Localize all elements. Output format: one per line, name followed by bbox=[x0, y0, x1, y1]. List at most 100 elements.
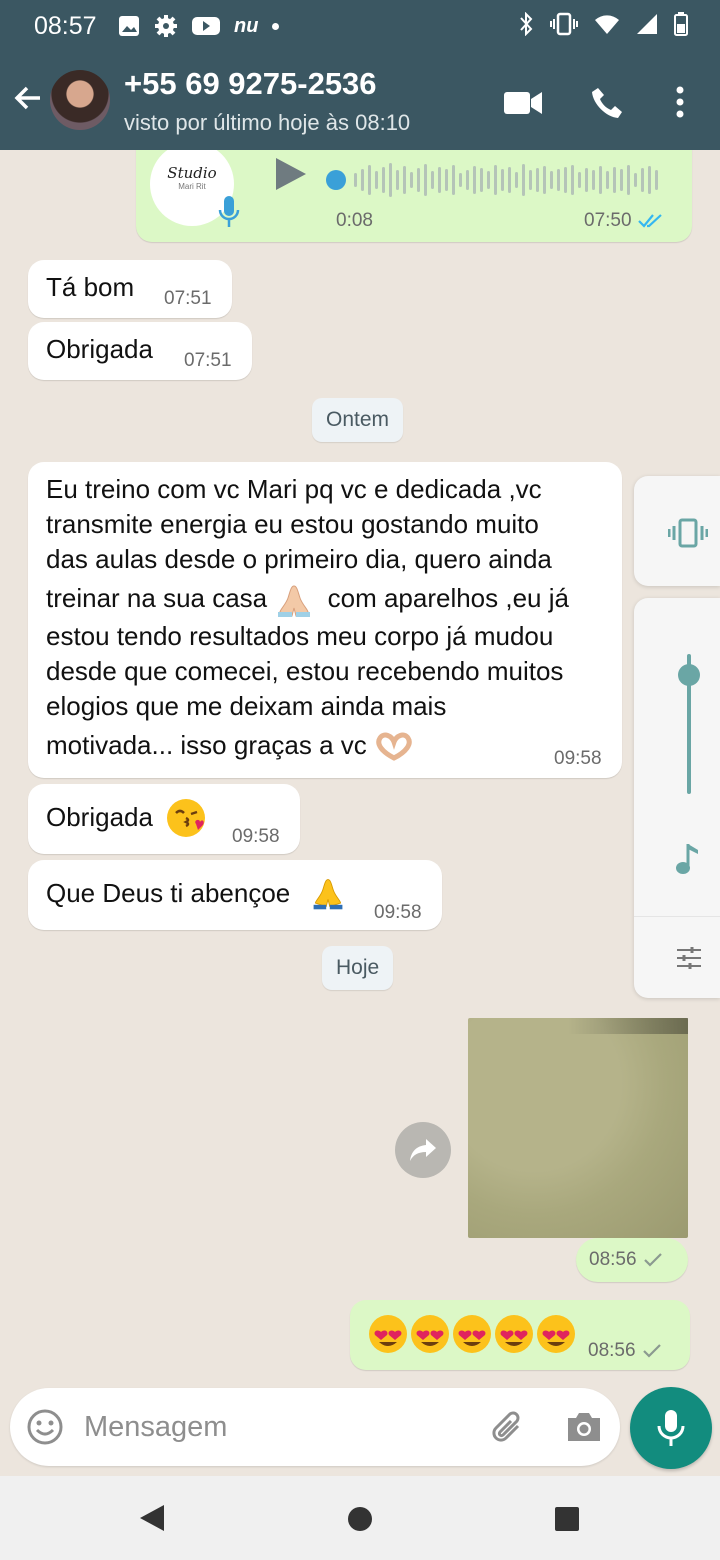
line-6: desde que comecei, estou recebendo muito… bbox=[46, 656, 564, 686]
waveform-bar bbox=[613, 167, 616, 193]
waveform-bar bbox=[522, 164, 525, 196]
youtube-icon bbox=[192, 17, 220, 35]
waveform-bar bbox=[445, 169, 448, 191]
notification-dot bbox=[272, 22, 280, 30]
waveform-bar bbox=[403, 166, 406, 194]
forward-button[interactable] bbox=[395, 1122, 451, 1178]
volume-mode-panel[interactable] bbox=[634, 476, 720, 586]
emoji-icon[interactable] bbox=[26, 1408, 64, 1446]
forward-icon bbox=[410, 1139, 436, 1161]
image-time: 08:56 bbox=[589, 1249, 637, 1270]
waveform-bar bbox=[452, 165, 455, 195]
logo-text: Studio bbox=[167, 164, 217, 182]
wifi-icon bbox=[595, 15, 619, 34]
mic-icon bbox=[657, 1410, 685, 1446]
message-time: 07:51 bbox=[164, 288, 212, 309]
volume-divider bbox=[634, 916, 720, 917]
date-divider-hoje: Hoje bbox=[322, 946, 394, 990]
line-4b: com aparelhos ,eu já bbox=[327, 583, 569, 613]
waveform-bar bbox=[466, 170, 469, 190]
waveform-bar bbox=[354, 173, 357, 187]
more-options-icon[interactable] bbox=[674, 86, 686, 118]
waveform-bar bbox=[606, 171, 609, 189]
voice-record-button[interactable] bbox=[630, 1387, 712, 1469]
waveform-bar bbox=[361, 169, 364, 191]
praying-hands-emoji bbox=[313, 879, 343, 910]
waveform-bar bbox=[396, 170, 399, 190]
message-ta-bom[interactable]: Tá bom 07:51 bbox=[28, 260, 232, 318]
waveform-bar bbox=[543, 166, 546, 194]
line-3: das aulas desde o primeiro dia, quero ai… bbox=[46, 544, 552, 574]
gallery-icon bbox=[119, 16, 139, 36]
status-bar: 08:57 nu bbox=[0, 0, 720, 52]
waveform-bar bbox=[431, 171, 434, 189]
waveform-bar bbox=[550, 171, 553, 189]
waveform-bar bbox=[424, 164, 427, 196]
waveform-bar bbox=[536, 168, 539, 192]
message-long[interactable]: Eu treino com vc Mari pq vc e dedicada ,… bbox=[28, 462, 622, 778]
line-8a: motivada... isso graças a vc bbox=[46, 730, 367, 760]
nav-home-icon[interactable] bbox=[347, 1506, 373, 1532]
play-icon[interactable] bbox=[270, 154, 310, 194]
audio-time: 07:50 bbox=[584, 210, 632, 231]
volume-slider-panel[interactable] bbox=[634, 598, 720, 998]
nav-back-icon[interactable] bbox=[138, 1503, 166, 1533]
waveform-bar bbox=[585, 168, 588, 192]
message-time: 09:58 bbox=[374, 902, 422, 923]
waveform-bar bbox=[641, 168, 644, 192]
contact-name[interactable]: +55 69 9275-2536 bbox=[124, 66, 377, 102]
image-timestamp: 08:56 bbox=[576, 1238, 688, 1282]
waveform-bar bbox=[480, 168, 483, 192]
read-receipt-icon bbox=[637, 214, 662, 228]
sent-check-icon bbox=[643, 1253, 662, 1267]
audio-duration: 0:08 bbox=[336, 210, 373, 231]
audio-waveform[interactable] bbox=[322, 160, 668, 200]
heart-eyes-emoji bbox=[453, 1315, 491, 1353]
emoji-row bbox=[368, 1314, 576, 1354]
message-input-bar bbox=[10, 1388, 620, 1466]
heart-hands-emoji bbox=[376, 732, 412, 761]
back-arrow-icon[interactable] bbox=[10, 80, 46, 116]
image-message[interactable] bbox=[468, 1018, 688, 1238]
waveform-bar bbox=[494, 165, 497, 195]
waveform-bar bbox=[375, 171, 378, 189]
battery-icon bbox=[674, 12, 688, 36]
emoji-message[interactable]: 08:56 bbox=[350, 1300, 690, 1370]
message-obrigada[interactable]: Obrigada 07:51 bbox=[28, 322, 252, 380]
waveform-bar bbox=[515, 172, 518, 188]
waveform-bar bbox=[599, 166, 602, 194]
attach-icon[interactable] bbox=[488, 1408, 528, 1448]
status-time: 08:57 bbox=[34, 12, 97, 40]
signal-icon bbox=[637, 14, 657, 34]
volume-thumb[interactable] bbox=[678, 664, 700, 686]
waveform-bar bbox=[578, 172, 581, 188]
waveform-bar bbox=[529, 170, 532, 190]
message-text: Tá bom bbox=[46, 272, 135, 302]
praying-hands-emoji bbox=[278, 585, 311, 618]
waveform-bar bbox=[410, 172, 413, 188]
settings-icon bbox=[155, 15, 177, 37]
equalizer-settings-icon[interactable] bbox=[676, 946, 702, 970]
audio-mic-icon bbox=[218, 196, 240, 227]
vibrate-mode-icon[interactable] bbox=[668, 518, 708, 548]
line-4: treinar na sua casa com aparelhos ,eu já bbox=[46, 577, 612, 619]
nav-recents-icon[interactable] bbox=[554, 1506, 580, 1532]
music-note-icon bbox=[676, 844, 698, 874]
heart-eyes-emoji bbox=[411, 1315, 449, 1353]
line-5: estou tendo resultados meu corpo já mudo… bbox=[46, 621, 554, 651]
line-2: transmite energia eu estou gostando muit… bbox=[46, 509, 539, 539]
message-que-deus[interactable]: Que Deus ti abençoe 09:58 bbox=[28, 860, 442, 930]
contact-avatar[interactable] bbox=[50, 70, 110, 130]
waveform-bar bbox=[592, 170, 595, 190]
video-call-icon[interactable] bbox=[504, 90, 542, 116]
last-seen: visto por último hoje às 08:10 bbox=[124, 110, 411, 135]
message-obrigada-kiss[interactable]: Obrigada 09:58 bbox=[28, 784, 300, 854]
line-7: elogios que me deixam ainda mais bbox=[46, 691, 447, 721]
camera-icon[interactable] bbox=[564, 1410, 604, 1444]
message-text: Que Deus ti abençoe bbox=[46, 878, 291, 908]
message-input[interactable] bbox=[84, 1408, 464, 1446]
message-body: Eu treino com vc Mari pq vc e dedicada ,… bbox=[46, 472, 612, 766]
line-8: motivada... isso graças a vc bbox=[46, 724, 612, 766]
audio-message[interactable]: Studio Mari Rit 0:08 07:50 bbox=[136, 150, 692, 242]
voice-call-icon[interactable] bbox=[590, 86, 624, 120]
